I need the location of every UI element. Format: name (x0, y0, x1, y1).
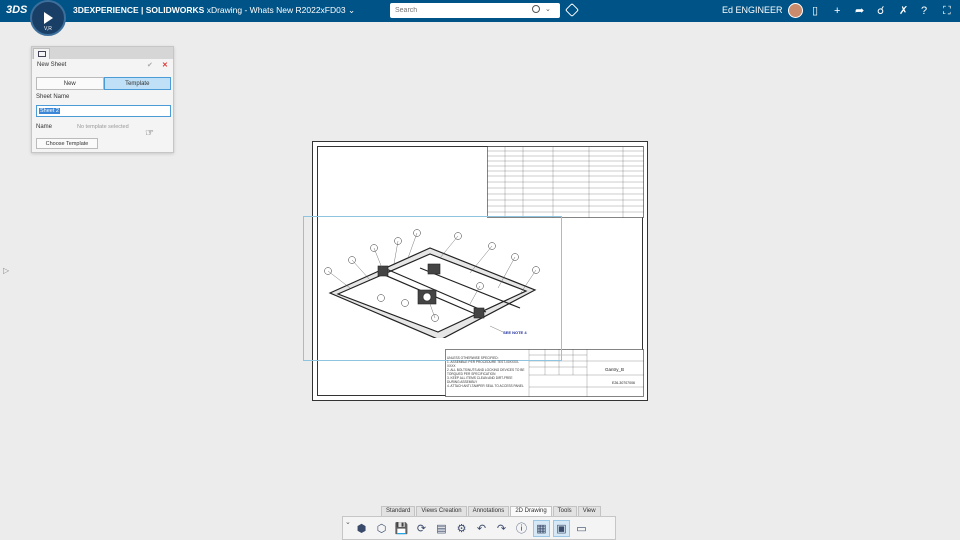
add-icon[interactable]: + (834, 4, 840, 18)
see-note-label: SEE NOTE 4 (503, 330, 527, 335)
sheet-properties-icon[interactable]: ▦ (533, 519, 550, 537)
action-bar: ⌄ ⬢ ⬡ 💾 ⟳ ▤ ⚙ ↶ ↷ ⓘ ▦ ▣ ▭ (342, 516, 616, 540)
search-icon[interactable] (532, 5, 540, 13)
sheet-format-icon[interactable]: ▤ (433, 520, 450, 537)
tab-view[interactable]: View (577, 506, 601, 516)
action-bar-chevron-icon[interactable]: ⌄ (345, 518, 351, 526)
search-options-chevron-icon[interactable]: ⌄ (545, 5, 551, 13)
display-icon[interactable]: ▭ (573, 520, 590, 537)
part-icon[interactable]: ⬡ (373, 520, 390, 537)
ds-logo-icon[interactable]: 3DS (6, 4, 27, 16)
note-line: 4. ATTACH ANTI-TAMPER SEAL TO ACCESS PAN… (447, 384, 524, 388)
chevron-down-icon[interactable]: ⌄ (348, 5, 355, 15)
undo-icon[interactable]: ↶ (473, 520, 490, 537)
template-name-value: No template selected (77, 124, 129, 130)
note-line: 1. ASSEMBLE PER PROCEDURE TEST-00XXXX-XX… (447, 360, 520, 368)
view-selection-box (303, 216, 562, 361)
share-icon[interactable]: ➦ (855, 4, 864, 18)
close-icon[interactable]: ✕ (162, 61, 168, 69)
part-name: Gantry_B (605, 367, 625, 372)
confirm-icon[interactable]: ✔ (147, 61, 153, 69)
tag-icon[interactable] (564, 2, 580, 18)
network-icon[interactable]: ☌ (877, 4, 884, 18)
username[interactable]: Ed ENGINEER (722, 5, 783, 15)
app-title[interactable]: 3DEXPERIENCE | SOLIDWORKS xDrawing - Wha… (73, 5, 355, 16)
choose-template-button[interactable]: Choose Template (36, 138, 98, 149)
help-icon[interactable]: ⓘ (513, 520, 530, 537)
play-icon (44, 12, 53, 24)
save-icon[interactable]: 💾 (393, 520, 410, 537)
fullscreen-icon[interactable]: ⛶ (943, 4, 951, 18)
sheet-name-label: Sheet Name (36, 94, 70, 100)
search-box: ⌄ (390, 3, 560, 18)
redo-icon[interactable]: ↷ (493, 520, 510, 537)
tab-2d-drawing[interactable]: 2D Drawing (510, 506, 552, 516)
sheet-icon (38, 51, 46, 57)
part-number: E26-30707006 (612, 381, 635, 385)
sheet-name-value: Sheet 2 (39, 108, 60, 114)
sheet-name-input[interactable]: Sheet 2 (36, 105, 171, 117)
mode-segmented-control: New Template (36, 77, 171, 90)
panel-header: New Sheet ✔ ✕ (32, 59, 173, 73)
panel-tabbar (32, 47, 173, 59)
template-mode-button[interactable]: Template (103, 77, 171, 90)
note-line: 2. ALL BOLTS/NUTS AND LOCKING DEVICES TO… (447, 368, 525, 376)
action-bar-tabs: Standard Views Creation Annotations 2D D… (381, 506, 602, 516)
side-panel-chevron-icon[interactable]: ▷ (3, 266, 9, 275)
panel-tab[interactable] (33, 48, 50, 59)
tab-annotations[interactable]: Annotations (467, 506, 510, 516)
top-bar: 3DS 3DEXPERIENCE | SOLIDWORKS xDrawing -… (0, 0, 960, 22)
panel-title: New Sheet (37, 62, 67, 68)
bookmark-icon[interactable]: ▯ (812, 4, 818, 18)
new-sheet-icon[interactable]: ▣ (553, 519, 570, 537)
name-label: Name (36, 124, 53, 130)
new-sheet-panel: New Sheet ✔ ✕ New Template Sheet Name Sh… (31, 46, 174, 153)
drawing-notes: UNLESS OTHERWISE SPECIFIED: 1. ASSEMBLE … (447, 356, 525, 388)
brand-prefix: 3DEXPERIENCE | SOLIDWORKS (73, 5, 205, 15)
tab-standard[interactable]: Standard (381, 506, 416, 516)
avatar[interactable] (788, 3, 803, 18)
compass-icon[interactable]: V,R (30, 0, 66, 36)
3d-model-icon[interactable]: ⬢ (353, 520, 370, 537)
settings-icon[interactable]: ⚙ (453, 520, 470, 537)
tools-icon[interactable]: ✗ (899, 4, 908, 18)
tab-tools[interactable]: Tools (552, 506, 577, 516)
note-line: 3. KEEP ALL ITEMS CLEAN AND DIRT-FREE DU… (447, 376, 513, 384)
compass-label: V,R (44, 26, 52, 32)
pointer-cursor-icon: ☞ (145, 128, 154, 139)
tab-views-creation[interactable]: Views Creation (416, 506, 467, 516)
refresh-icon[interactable]: ⟳ (413, 520, 430, 537)
app-name: xDrawing - Whats New R2022xFD03 (206, 5, 346, 15)
search-input[interactable] (390, 7, 520, 14)
help-icon[interactable]: ? (921, 4, 927, 18)
bom-table[interactable] (487, 146, 644, 218)
new-mode-button[interactable]: New (36, 77, 104, 90)
